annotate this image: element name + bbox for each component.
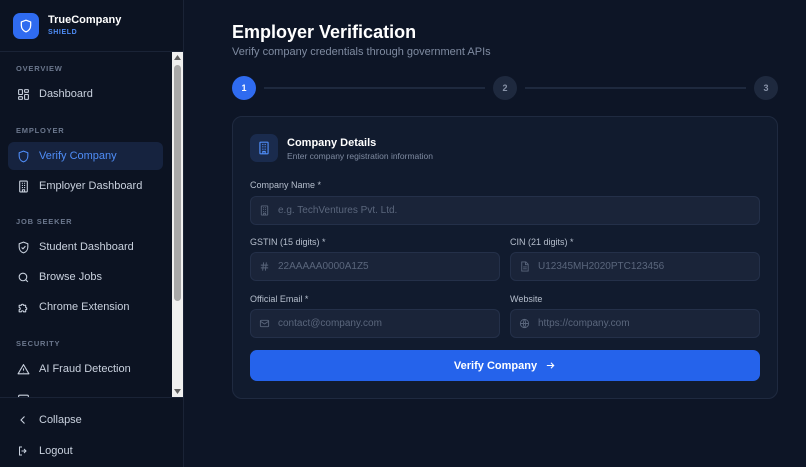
logout-button[interactable]: Logout <box>17 445 73 457</box>
sidebar-item-dashboard[interactable]: Dashboard <box>8 80 163 108</box>
scroll-thumb[interactable] <box>174 65 181 301</box>
brand[interactable]: TrueCompany SHIELD <box>0 0 183 52</box>
gstin-input[interactable] <box>278 261 494 272</box>
collapse-label: Collapse <box>39 414 82 426</box>
company-name-field[interactable] <box>250 196 760 225</box>
card-subtitle: Enter company registration information <box>287 151 433 161</box>
cin-field[interactable] <box>510 252 760 281</box>
document-icon <box>521 261 529 272</box>
sidebar-item-label: Verify Company <box>39 150 117 162</box>
sidebar-item-label: Employer Dashboard <box>39 180 143 192</box>
logout-icon <box>19 446 27 456</box>
sidebar-item-chrome-extension[interactable]: Chrome Extension <box>8 293 163 321</box>
sidebar-item-browse-jobs[interactable]: Browse Jobs <box>8 263 163 291</box>
step-2: 2 <box>493 76 517 100</box>
globe-icon <box>519 318 530 329</box>
verify-company-button[interactable]: Verify Company <box>250 350 760 381</box>
sidebar-item-verify-company[interactable]: Verify Company <box>8 142 163 170</box>
website-input[interactable] <box>538 318 754 329</box>
building-icon <box>19 180 28 192</box>
sidebar-item-label: Dashboard <box>39 88 93 100</box>
brand-name: TrueCompany <box>48 14 122 26</box>
company-name-input[interactable] <box>278 205 728 216</box>
step-connector <box>525 87 746 89</box>
brand-tagline: SHIELD <box>48 29 78 36</box>
step-3: 3 <box>754 76 778 100</box>
sidebar-item-label: AI Fraud Detection <box>39 363 131 375</box>
shield-logo-icon <box>13 12 39 39</box>
gstin-field[interactable] <box>250 252 500 281</box>
page-subtitle: Verify company credentials through gover… <box>232 46 491 58</box>
cin-input[interactable] <box>538 261 754 272</box>
sidebar-item-label: Student Dashboard <box>39 241 134 253</box>
stepper: 1 2 3 <box>232 76 778 100</box>
section-overview: OVERVIEW <box>16 64 63 73</box>
section-security: SECURITY <box>16 339 61 348</box>
email-field[interactable] <box>250 309 500 338</box>
step-1: 1 <box>232 76 256 100</box>
company-name-label: Company Name * <box>250 180 322 190</box>
sidebar-item-label: Browse Jobs <box>39 271 102 283</box>
arrow-right-icon <box>545 360 556 371</box>
scroll-down-arrow-icon[interactable] <box>172 386 183 397</box>
building-icon <box>250 134 278 162</box>
email-label: Official Email * <box>250 294 309 304</box>
logout-label: Logout <box>39 445 73 457</box>
search-icon <box>18 272 29 282</box>
grid-icon <box>18 88 29 100</box>
collapse-button[interactable]: Collapse <box>17 414 82 426</box>
building-icon <box>260 205 269 216</box>
email-input[interactable] <box>278 318 494 329</box>
sidebar-scrollbar[interactable] <box>172 52 183 397</box>
sidebar-item-ai-fraud-detection[interactable]: AI Fraud Detection <box>8 355 163 383</box>
section-job-seeker: JOB SEEKER <box>16 217 73 226</box>
sidebar-item-partial[interactable] <box>8 385 163 397</box>
sidebar: TrueCompany SHIELD OVERVIEW Dashboard EM… <box>0 0 184 467</box>
hash-icon <box>260 262 269 271</box>
step-connector <box>264 87 485 89</box>
chevron-left-icon <box>20 416 25 424</box>
website-field[interactable] <box>510 309 760 338</box>
warning-icon <box>17 363 30 374</box>
sidebar-item-employer-dashboard[interactable]: Employer Dashboard <box>8 172 163 200</box>
website-label: Website <box>510 294 543 304</box>
scroll-up-arrow-icon[interactable] <box>172 52 183 63</box>
sidebar-nav: OVERVIEW Dashboard EMPLOYER Verify Compa… <box>0 52 184 397</box>
main-content: Employer Verification Verify company cre… <box>184 0 806 467</box>
company-details-card: Company Details Enter company registrati… <box>232 116 778 399</box>
cin-label: CIN (21 digits) * <box>510 237 574 247</box>
shield-icon <box>18 150 29 162</box>
section-employer: EMPLOYER <box>16 126 65 135</box>
card-title: Company Details <box>287 137 377 149</box>
shield-check-icon <box>18 241 29 253</box>
sidebar-item-student-dashboard[interactable]: Student Dashboard <box>8 233 163 261</box>
mail-icon <box>259 319 270 328</box>
page-title: Employer Verification <box>232 22 417 42</box>
puzzle-icon <box>18 303 28 312</box>
sidebar-bottom: Collapse Logout <box>0 397 184 467</box>
verify-company-label: Verify Company <box>453 359 538 372</box>
sidebar-item-label: Chrome Extension <box>39 301 130 313</box>
gstin-label: GSTIN (15 digits) * <box>250 237 326 247</box>
